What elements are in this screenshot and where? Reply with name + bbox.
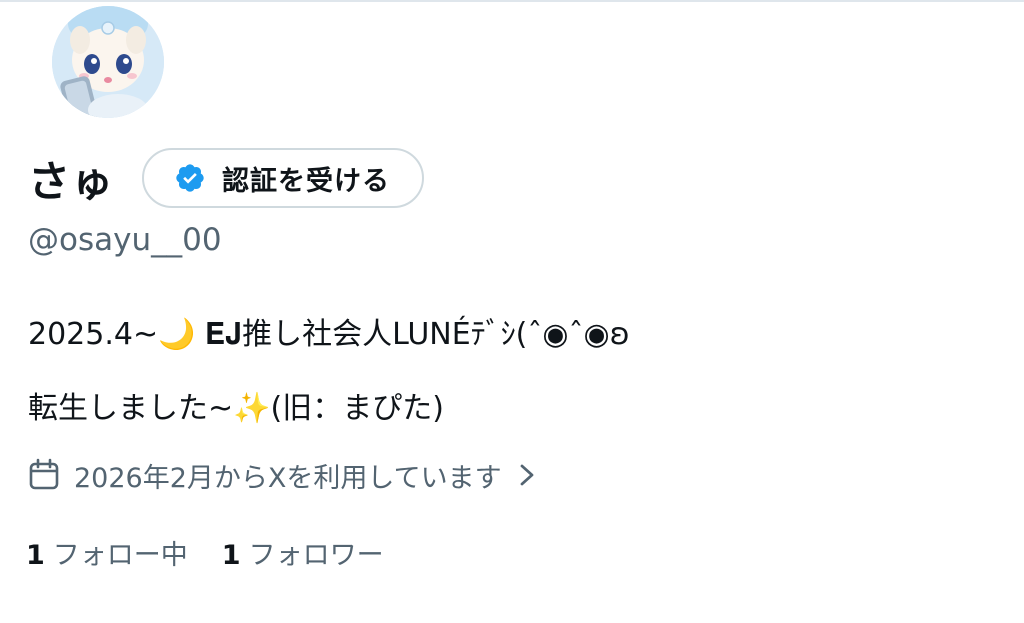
verified-badge-icon [176,164,204,192]
joined-date-row[interactable]: 2026年2月からXを利用しています [26,455,538,495]
avatar-image [52,6,164,118]
get-verified-label: 認証を受ける [222,165,391,197]
following-count: 1 [26,539,45,571]
avatar[interactable] [52,6,164,118]
followers-count: 1 [221,539,241,571]
chevron-right-icon [520,464,533,486]
display-name: さゅ [28,156,115,206]
followers-link[interactable]: 1 フォロワー [222,533,384,572]
calendar-icon [29,458,59,490]
followers-label: フォロワー [248,539,384,571]
name-row: さゅ 認証を受ける [28,146,425,210]
following-link[interactable]: 1 フォロー中 [26,533,188,572]
bio-line-1: 2025.4~🌙 𝐄𝐉推し社会人LUNÉﾃﾞｼ(ˆ◉ˆ◉ʚ [28,317,630,352]
bio-line-2: 転生しました~✨(旧：まぴた) [28,391,444,426]
following-label: フォロー中 [52,539,188,571]
get-verified-button[interactable]: 認証を受ける [142,148,425,208]
top-divider [0,0,1024,2]
joined-date-text: 2026年2月からXを利用しています [74,462,502,494]
user-handle: @osayu__00 [28,222,222,258]
follow-stats: 1 フォロー中 1 フォロワー [26,532,418,572]
